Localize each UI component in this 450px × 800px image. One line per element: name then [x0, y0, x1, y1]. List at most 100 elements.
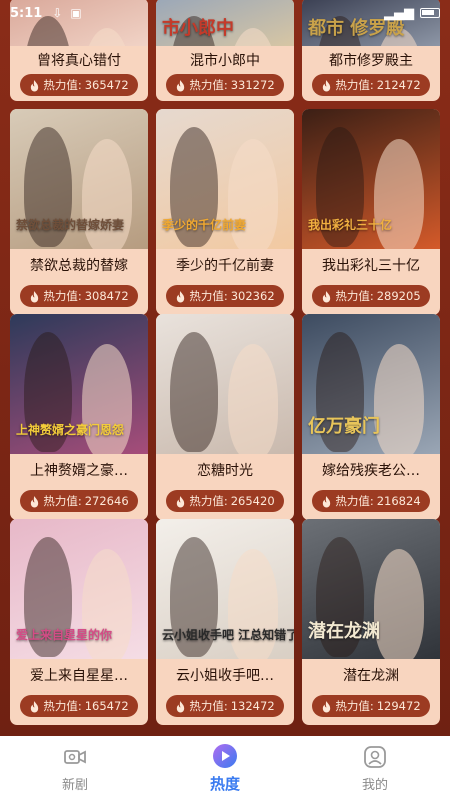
signal-icon: ▂▄▆ — [384, 5, 414, 21]
flame-icon — [323, 495, 331, 507]
status-right: ▂▄▆ — [384, 6, 440, 21]
profile-icon — [364, 745, 386, 768]
drama-poster: 季少的千亿前妻 — [156, 109, 294, 249]
heat-badge: 热力值: 265420 — [166, 490, 284, 512]
flame-icon — [31, 700, 39, 712]
poster-figure — [374, 549, 424, 659]
flame-icon — [31, 495, 39, 507]
drama-title: 恋糖时光 — [197, 463, 253, 479]
heat-label: 热力值: — [43, 494, 82, 508]
poster-title-art: 亿万豪门 — [308, 416, 380, 437]
flame-icon — [31, 290, 39, 302]
battery-icon — [420, 8, 440, 18]
heat-badge: 热力值: 129472 — [312, 695, 430, 717]
drama-title: 季少的千亿前妻 — [176, 258, 274, 274]
heat-value: 302362 — [230, 289, 275, 303]
poster-figure — [228, 344, 278, 454]
drama-poster — [156, 314, 294, 454]
tab-new-drama[interactable]: 新剧 — [25, 744, 125, 793]
heat-label: 热力值: — [43, 289, 82, 303]
heat-badge: 热力值: 212472 — [312, 74, 430, 96]
poster-title-art: 我出彩礼三十亿 — [308, 218, 393, 232]
flame-icon — [177, 495, 185, 507]
heat-label: 热力值: — [189, 78, 228, 92]
drama-title: 上神赘婿之豪… — [30, 463, 128, 479]
heat-label: 热力值: — [335, 289, 374, 303]
drama-card[interactable]: 我出彩礼三十亿 我出彩礼三十亿 热力值: 289205 — [302, 109, 440, 315]
flame-icon — [177, 290, 185, 302]
heat-badge: 热力值: 272646 — [20, 490, 138, 512]
tab-hot-label: 热度 — [209, 774, 240, 793]
drama-poster: 上神赘婿之豪门恩怨 — [10, 314, 148, 454]
drama-card[interactable]: 云小姐收手吧 江总知错了 云小姐收手吧… 热力值: 132472 — [156, 519, 294, 725]
bottom-tab-bar: 新剧 热度 我的 — [0, 736, 450, 800]
heat-value: 272646 — [84, 494, 129, 508]
heat-value: 265420 — [230, 494, 275, 508]
drama-title: 混市小郎中 — [190, 53, 260, 69]
drama-card[interactable]: 恋糖时光热力值: 265420 — [156, 314, 294, 520]
drama-poster: 云小姐收手吧 江总知错了 — [156, 519, 294, 659]
drama-card[interactable]: 潜在龙渊 潜在龙渊 热力值: 129472 — [302, 519, 440, 725]
heat-value: 331272 — [230, 78, 275, 92]
drama-card[interactable]: 季少的千亿前妻 季少的千亿前妻 热力值: 302362 — [156, 109, 294, 315]
heat-label: 热力值: — [335, 78, 374, 92]
heat-label: 热力值: — [335, 699, 374, 713]
heat-label: 热力值: — [189, 494, 228, 508]
heat-value: 129472 — [376, 699, 421, 713]
heat-badge: 热力值: 132472 — [166, 695, 284, 717]
heat-value: 132472 — [230, 699, 275, 713]
heat-label: 热力值: — [189, 289, 228, 303]
tab-new-drama-label: 新剧 — [61, 777, 88, 793]
tab-mine-label: 我的 — [361, 777, 388, 793]
heat-label: 热力值: — [335, 494, 374, 508]
poster-title-art: 云小姐收手吧 江总知错了 — [162, 628, 294, 642]
poster-title-art: 禁欲总裁的替嫁娇妻 — [16, 218, 125, 232]
poster-figure — [374, 344, 424, 454]
tab-mine[interactable]: 我的 — [325, 744, 425, 793]
flame-icon — [31, 79, 39, 91]
heat-label: 热力值: — [189, 699, 228, 713]
heat-badge: 热力值: 216824 — [312, 490, 430, 512]
drama-card[interactable]: 上神赘婿之豪门恩怨上神赘婿之豪… 热力值: 272646 — [10, 314, 148, 520]
poster-title-art: 上神赘婿之豪门恩怨 — [16, 423, 125, 437]
drama-title: 禁欲总裁的替嫁 — [30, 258, 128, 274]
drama-title: 我出彩礼三十亿 — [322, 258, 420, 274]
drama-title: 曾将真心错付 — [37, 53, 121, 69]
drama-title: 爱上来自星星… — [30, 668, 128, 684]
drama-grid: 曾将真心错付 热力值: 365472 市小郎中 混市小郎中 热力值: 331272 都市 修罗… — [0, 0, 450, 736]
heat-badge: 热力值: 331272 — [166, 74, 284, 96]
poster-figure — [170, 332, 218, 452]
heat-value: 212472 — [376, 78, 421, 92]
play-circle-icon — [213, 743, 237, 768]
drama-title: 云小姐收手吧… — [176, 668, 274, 684]
status-bar: 5:11 ⇩ ▣ ▂▄▆ — [0, 0, 450, 26]
drama-poster: 亿万豪门 — [302, 314, 440, 454]
drama-title: 潜在龙渊 — [343, 668, 399, 684]
flame-icon — [323, 290, 331, 302]
poster-title-art: 爱上来自星星的你 — [16, 628, 113, 642]
poster-title-art: 季少的千亿前妻 — [162, 218, 247, 232]
download-icon: ⇩ — [52, 6, 63, 20]
tab-hot[interactable]: 热度 — [175, 743, 275, 794]
flame-icon — [177, 79, 185, 91]
video-camera-icon — [64, 749, 86, 764]
heat-label: 热力值: — [43, 78, 82, 92]
drama-title: 嫁给残疾老公… — [322, 463, 420, 479]
flame-icon — [323, 700, 331, 712]
flame-icon — [323, 79, 331, 91]
heat-value: 289205 — [376, 289, 421, 303]
heat-badge: 热力值: 165472 — [20, 695, 138, 717]
drama-card[interactable]: 亿万豪门嫁给残疾老公… 热力值: 216824 — [302, 314, 440, 520]
drama-card[interactable]: 爱上来自星星的你爱上来自星星… 热力值: 165472 — [10, 519, 148, 725]
heat-badge: 热力值: 302362 — [166, 285, 284, 307]
heat-value: 308472 — [84, 289, 129, 303]
image-icon: ▣ — [70, 6, 82, 20]
flame-icon — [177, 700, 185, 712]
heat-badge: 热力值: 289205 — [312, 285, 430, 307]
drama-poster: 我出彩礼三十亿 — [302, 109, 440, 249]
drama-card[interactable]: 禁欲总裁的替嫁娇妻禁欲总裁的替嫁热力值: 308472 — [10, 109, 148, 315]
drama-title: 都市修罗殿主 — [329, 53, 413, 69]
drama-poster: 潜在龙渊 — [302, 519, 440, 659]
status-time: 5:11 — [10, 5, 43, 21]
heat-badge: 热力值: 308472 — [20, 285, 138, 307]
